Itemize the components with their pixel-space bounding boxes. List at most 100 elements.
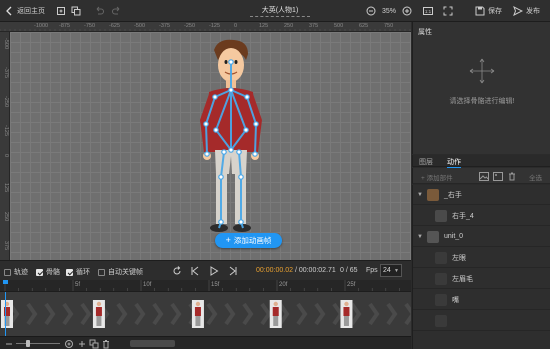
frame-total: 65 (349, 267, 358, 274)
top-ruler-label: -1000 (34, 23, 49, 29)
track-toggle[interactable]: 轨迹 (4, 267, 28, 277)
bones-checkbox[interactable] (36, 268, 43, 276)
chevron-down-icon[interactable]: ▼ (413, 192, 427, 198)
delete-frame-icon[interactable] (101, 339, 111, 349)
layer-row[interactable] (413, 311, 550, 331)
redo-icon (112, 6, 120, 15)
layer-row[interactable]: 左眉毛 (413, 269, 550, 289)
group-icon (427, 230, 439, 243)
replay-icon[interactable] (172, 266, 182, 276)
zoom-in-icon[interactable] (64, 339, 74, 349)
save-icon (475, 6, 485, 16)
fps-select[interactable]: 24 ▼ (380, 264, 402, 277)
loop-checkbox[interactable] (66, 268, 73, 276)
next-frame-icon[interactable] (228, 266, 238, 276)
bones-label: 骨骼 (46, 269, 60, 276)
auto-keyframe-label: 自动关键帧 (108, 269, 143, 276)
undo-button[interactable] (94, 3, 104, 19)
playhead-marker[interactable] (3, 280, 8, 284)
new-file-button[interactable] (56, 3, 66, 19)
image-icon[interactable] (479, 172, 489, 181)
top-ruler-label: 0 (234, 23, 238, 29)
top-ruler-label: 500 (334, 23, 344, 29)
fullscreen-button[interactable] (443, 3, 453, 19)
stage-canvas[interactable] (10, 32, 411, 260)
zoom-slider-track[interactable] (16, 343, 60, 344)
tab-layers[interactable]: 图层 (419, 157, 433, 167)
back-arrow-icon (6, 6, 12, 16)
zoom-in-button[interactable] (402, 3, 412, 19)
layer-row[interactable]: 右手_4 (413, 206, 550, 226)
bones-toggle[interactable]: 骨骼 (36, 267, 60, 277)
delete-layer-icon[interactable] (507, 172, 517, 181)
timeline-ruler-label: 25f (347, 282, 356, 288)
document-title[interactable]: 大英(人物1) (250, 6, 310, 17)
timeline-chevron (296, 302, 308, 326)
zoom-in-icon (402, 6, 412, 16)
zoom-out-button[interactable] (366, 3, 376, 19)
layer-thumbnail (435, 314, 447, 327)
folder-image-icon[interactable] (493, 172, 503, 181)
chevron-down-icon[interactable]: ▼ (413, 234, 427, 240)
character-figure[interactable] (10, 32, 411, 260)
auto-keyframe-checkbox[interactable] (98, 268, 105, 276)
save-button[interactable]: 保存 (475, 3, 502, 19)
keyframe-thumbnail[interactable] (340, 300, 353, 328)
redo-button[interactable] (112, 3, 122, 19)
copy-frame-icon[interactable] (89, 339, 99, 349)
top-ruler-label: -375 (159, 23, 171, 29)
total-time: 00:00:02.71 (298, 267, 336, 274)
zoom-slider-thumb[interactable] (26, 340, 30, 347)
copy-button[interactable] (71, 3, 81, 19)
add-keyframe-icon[interactable] (77, 339, 87, 349)
keyframe-thumbnail[interactable] (1, 300, 13, 328)
timeline-chevron (80, 302, 92, 326)
layer-list: ▼ _右手 右手_4 ▼ unit_0 左眼 左眉毛 嘴 (412, 185, 550, 349)
zoom-out-icon[interactable] (4, 339, 14, 349)
back-home-button[interactable]: 返回主页 (4, 3, 45, 19)
loop-toggle[interactable]: 循环 (66, 267, 90, 277)
timeline-chevron (386, 302, 398, 326)
layer-label: 左眼 (452, 254, 466, 262)
timeline-ruler[interactable]: 5f 10f 15f 20f 25f (0, 280, 411, 292)
timeline-chevron (404, 302, 411, 326)
keyframe-thumbnail[interactable] (269, 300, 282, 328)
timeline-chevron (44, 302, 56, 326)
panel-tabs: 图层 动作 (412, 155, 550, 168)
play-icon[interactable] (209, 266, 219, 276)
timeline-chevron (260, 302, 272, 326)
layer-row[interactable]: 左眼 (413, 248, 550, 268)
previous-frame-icon[interactable] (190, 266, 200, 276)
timeline-ruler-label: 20f (279, 282, 288, 288)
publish-button[interactable]: 发布 (513, 3, 540, 19)
layer-thumbnail (435, 272, 447, 285)
select-all-button[interactable]: 全选 (529, 172, 542, 182)
frame-current: 0 (340, 267, 344, 274)
add-part-button[interactable]: + 添加部件 (421, 172, 453, 182)
timeline-chevron (332, 302, 344, 326)
top-ruler-label: -750 (84, 23, 96, 29)
timeline-chevron (350, 302, 362, 326)
actual-size-button[interactable]: 1:1 (423, 3, 433, 19)
layer-row[interactable]: ▼ _右手 (413, 185, 550, 205)
properties-hint: 请选择骨骼进行编辑! (449, 98, 515, 105)
top-ruler-label: -500 (134, 23, 146, 29)
top-ruler: -1000 -875 -750 -625 -500 -375 -250 -125 0 125 250… (0, 22, 411, 32)
timeline-track[interactable] (0, 292, 411, 336)
timeline-chevron (26, 302, 38, 326)
timeline-chevron (242, 302, 254, 326)
keyframe-strip[interactable] (0, 292, 411, 336)
keyframe-thumbnail[interactable] (191, 300, 204, 328)
keyframe-thumbnail[interactable] (92, 300, 105, 328)
layer-row[interactable]: ▼ unit_0 (413, 227, 550, 247)
timeline-chevron (368, 302, 380, 326)
layer-row[interactable]: 嘴 (413, 290, 550, 310)
auto-keyframe-toggle[interactable]: 自动关键帧 (98, 267, 143, 277)
add-animation-frame-label: 添加动画帧 (233, 236, 272, 245)
add-animation-frame-button[interactable]: + 添加动画帧 (215, 233, 282, 248)
horizontal-scroll-thumb[interactable] (130, 340, 175, 347)
tab-actions[interactable]: 动作 (447, 157, 461, 168)
track-checkbox[interactable] (4, 268, 11, 276)
fullscreen-icon (443, 6, 453, 16)
top-ruler-label: -250 (184, 23, 196, 29)
